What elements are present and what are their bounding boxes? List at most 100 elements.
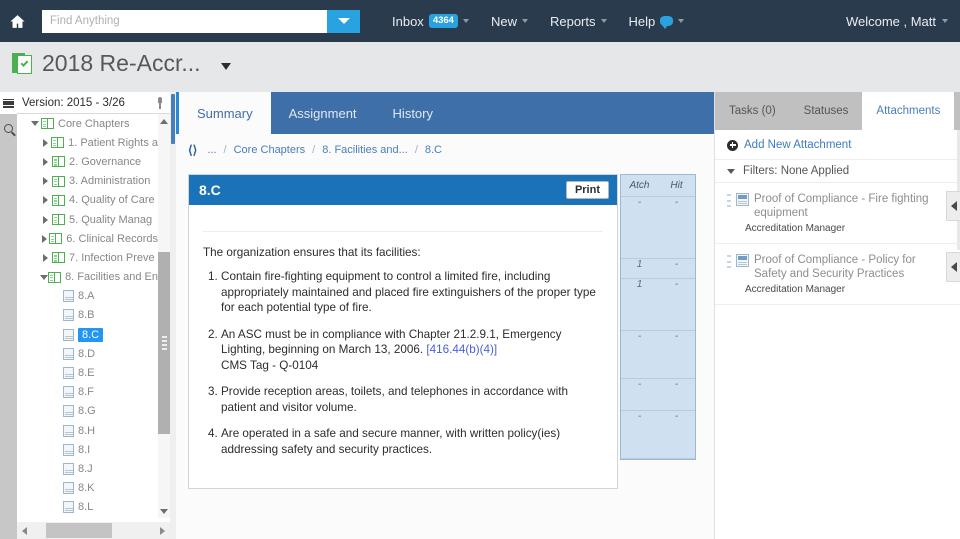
twisty-closed-icon[interactable] (39, 196, 52, 204)
print-button[interactable]: Print (566, 181, 609, 199)
tree-node[interactable]: 8.E (17, 363, 158, 382)
twisty-open-icon[interactable] (28, 121, 41, 126)
nav-item-inbox[interactable]: Inbox 4364 (392, 0, 469, 42)
drag-handle-icon[interactable] (727, 194, 731, 207)
regulation-citation[interactable]: [416.44(b)(4)] (426, 343, 497, 356)
search-icon[interactable] (0, 114, 17, 142)
twisty-closed-icon[interactable] (39, 158, 52, 166)
tree-node[interactable]: 8.I (17, 440, 158, 459)
right-tab-tasks-0-[interactable]: Tasks (0) (715, 92, 790, 130)
user-menu[interactable]: Welcome , Matt (846, 0, 948, 42)
drag-handle-icon[interactable] (727, 255, 731, 268)
nav-item-new[interactable]: New (491, 0, 528, 42)
tree-scrollbar-track[interactable] (158, 128, 170, 504)
page-icon (63, 405, 74, 417)
atch-table-row[interactable]: -- (621, 331, 695, 379)
attachment-expand-button[interactable] (946, 252, 960, 282)
attachment-expand-button[interactable] (946, 191, 960, 221)
tree-node[interactable]: 8.H (17, 421, 158, 440)
tree-node[interactable]: 5. Quality Manag (17, 210, 158, 229)
nav-item-reports[interactable]: Reports (550, 0, 607, 42)
tree-node[interactable]: 8. Facilities and En (17, 268, 158, 287)
search-dropdown-button[interactable] (327, 10, 360, 33)
breadcrumb-item-2[interactable]: 8.C (425, 144, 442, 156)
attachment-item[interactable]: Proof of Compliance - Policy for Safety … (715, 244, 960, 305)
tree-scroll-up-button[interactable] (158, 114, 170, 128)
tab-history[interactable]: History (375, 92, 451, 134)
tree-node-list: Core Chapters1. Patient Rights a2. Gover… (17, 114, 158, 518)
tree-node[interactable]: 8.G (17, 402, 158, 421)
attachment-item[interactable]: Proof of Compliance - Fire fighting equi… (715, 183, 960, 244)
pin-icon[interactable] (155, 97, 165, 109)
splitter-handle[interactable] (171, 94, 175, 144)
nav-label-inbox: Inbox (392, 14, 424, 29)
right-tab-statuses[interactable]: Statuses (790, 92, 863, 130)
tree-node[interactable]: 8.L (17, 498, 158, 517)
tree-node[interactable]: 8.F (17, 383, 158, 402)
tree-node[interactable]: 8.J (17, 459, 158, 478)
tree-node[interactable]: 8.D (17, 344, 158, 363)
tree-node[interactable]: 4. Quality of Care (17, 191, 158, 210)
twisty-open-icon[interactable] (39, 275, 48, 280)
tree-node[interactable]: 3. Administration (17, 172, 158, 191)
right-tab-attachments[interactable]: Attachments (862, 92, 954, 130)
tree-node[interactable]: 1. Patient Rights a (17, 133, 158, 152)
breadcrumb-nav-arrows[interactable]: ⟨⟩ (188, 143, 197, 157)
breadcrumb-item-0[interactable]: Core Chapters (234, 144, 306, 156)
add-new-attachment-label: Add New Attachment (744, 139, 851, 151)
atch-table-row[interactable]: -- (621, 197, 695, 259)
attachment-hit-table: Atch Hit --1-1------- (620, 174, 696, 460)
twisty-closed-icon[interactable] (39, 139, 51, 147)
tree-node[interactable]: 8.C (17, 325, 158, 344)
tab-summary[interactable]: Summary (176, 92, 271, 134)
tree-node[interactable]: 8.B (17, 306, 158, 325)
atch-table-row[interactable]: 1- (621, 279, 695, 331)
cms-tag: CMS Tag - Q-0104 (221, 358, 603, 374)
twisty-closed-icon[interactable] (39, 254, 52, 262)
hscroll-right-button[interactable] (155, 522, 170, 539)
twisty-closed-icon[interactable] (39, 235, 49, 243)
add-new-attachment-button[interactable]: Add New Attachment (715, 130, 960, 160)
tree-scroll-down-button[interactable] (158, 504, 170, 518)
tree-header: Version: 2015 - 3/26 (17, 92, 170, 114)
twisty-closed-icon[interactable] (39, 216, 52, 224)
tree-node[interactable]: 6. Clinical Records (17, 229, 158, 248)
book-icon (52, 252, 65, 263)
nav-label-reports: Reports (550, 14, 596, 29)
search-input[interactable] (42, 10, 327, 33)
card-intro-text: The organization ensures that its facili… (203, 231, 603, 259)
tree-node[interactable]: 8.A (17, 287, 158, 306)
hscroll-thumb[interactable] (46, 523, 112, 538)
atch-table-row[interactable]: 1- (621, 259, 695, 279)
home-icon[interactable] (0, 0, 34, 42)
book-icon (52, 195, 65, 206)
tree-node[interactable]: 8.M (17, 517, 158, 518)
tree-node[interactable]: 7. Infection Preve (17, 248, 158, 267)
hscroll-track[interactable] (32, 522, 155, 539)
atch-table-row[interactable]: -- (621, 379, 695, 411)
attachment-title-line: Proof of Compliance - Policy for Safety … (727, 253, 934, 281)
tree-node[interactable]: 2. Governance (17, 152, 158, 171)
title-dropdown-icon[interactable] (221, 63, 231, 70)
breadcrumb-prefix[interactable]: ... (207, 144, 216, 156)
requirement-item: Provide reception areas, toilets, and te… (221, 384, 603, 415)
tree-node-label: 7. Infection Preve (69, 252, 155, 264)
attachment-title: Proof of Compliance - Policy for Safety … (754, 253, 934, 281)
tree-horizontal-scrollbar[interactable] (17, 522, 170, 539)
breadcrumb-item-1[interactable]: 8. Facilities and... (322, 144, 408, 156)
document-icon (736, 193, 749, 206)
requirement-text: Contain fire-fighting equipment to contr… (221, 270, 596, 314)
tree-node[interactable]: Core Chapters (17, 114, 158, 133)
atch-table-row[interactable]: -- (621, 411, 695, 459)
tree-node[interactable]: 8.K (17, 479, 158, 498)
list-grid-icon[interactable] (0, 92, 17, 114)
filters-row[interactable]: Filters: None Applied (715, 160, 960, 183)
tab-assignment[interactable]: Assignment (271, 92, 375, 134)
atch-cell: - (621, 331, 658, 378)
hscroll-left-button[interactable] (17, 522, 32, 539)
nav-item-help[interactable]: Help (629, 0, 685, 42)
breadcrumb-separator: / (312, 144, 315, 156)
tree-node-label: 6. Clinical Records (66, 233, 158, 245)
twisty-closed-icon[interactable] (39, 177, 52, 185)
hit-cell: - (658, 197, 695, 258)
